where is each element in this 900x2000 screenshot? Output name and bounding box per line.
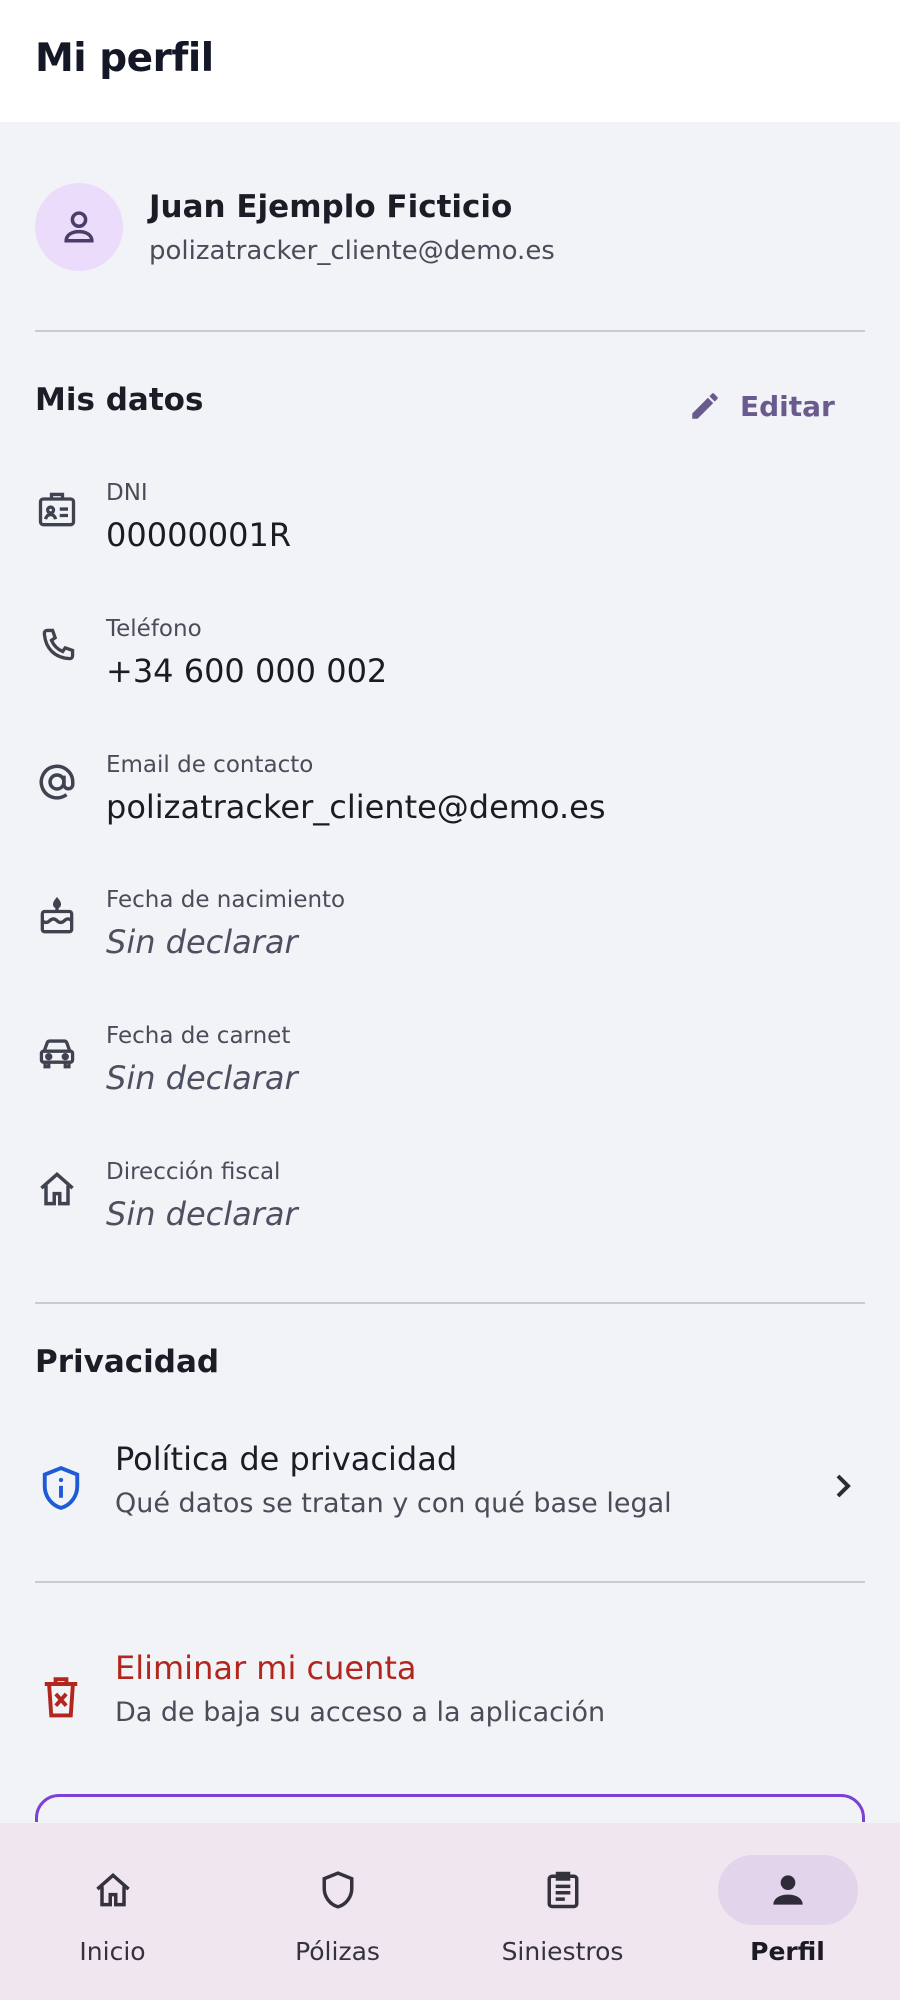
nav-label: Perfil [750,1937,825,1966]
field-value: 00000001R [106,516,292,554]
bottom-navigation: Inicio Pólizas Siniestros Perfil [0,1823,900,2000]
phone-icon [42,628,75,661]
field-dni: DNI 00000001R [35,480,865,580]
shield-info-icon [42,1465,80,1510]
field-value: polizatracker_cliente@demo.es [106,788,606,826]
field-label: Fecha de nacimiento [106,887,346,913]
nav-pill [493,1855,633,1925]
field-direccion-fiscal: Dirección fiscal Sin declarar [35,1159,865,1259]
page-title: Mi perfil [35,36,214,81]
divider [35,330,865,332]
pencil-icon [692,393,718,419]
edit-label: Editar [740,389,835,423]
nav-label: Siniestros [501,1937,624,1966]
delete-account-title: Eliminar mi cuenta [115,1649,417,1687]
field-label: DNI [106,480,148,506]
home-icon [95,1873,130,1907]
privacy-policy-subtitle: Qué datos se tratan y con qué base legal [115,1488,672,1519]
cake-icon [40,897,74,934]
profile-name: Juan Ejemplo Ficticio [149,189,513,225]
field-label: Teléfono [106,616,202,642]
nav-item-inicio[interactable]: Inicio [0,1823,225,2000]
clipboard-icon [547,1871,578,1909]
profile-email: polizatracker_cliente@demo.es [149,236,555,266]
app-bar: Mi perfil [0,0,900,122]
chevron-right-icon [836,1474,851,1498]
field-value: Sin declarar [106,1195,298,1233]
person-icon [772,1875,803,1905]
nav-pill [43,1855,183,1925]
id-card-icon [38,492,76,527]
delete-account-subtitle: Da de baja su acceso a la aplicación [115,1697,606,1728]
nav-item-siniestros[interactable]: Siniestros [450,1823,675,2000]
field-label: Fecha de carnet [106,1023,291,1049]
privacy-policy-title: Política de privacidad [115,1440,458,1478]
divider [35,1581,865,1583]
field-value: +34 600 000 002 [106,652,388,690]
field-value: Sin declarar [106,1059,298,1097]
avatar [35,183,123,271]
field-value: Sin declarar [106,923,298,961]
divider [35,1302,865,1304]
section-title-privacidad: Privacidad [35,1344,220,1380]
field-telefono: Teléfono +34 600 000 002 [35,616,865,716]
at-sign-icon [39,764,75,800]
delete-account-row[interactable]: Eliminar mi cuenta Da de baja su acceso … [35,1647,865,1747]
nav-label: Pólizas [295,1937,380,1966]
privacy-policy-row[interactable]: Política de privacidad Qué datos se trat… [35,1438,865,1538]
outlined-action-button[interactable] [35,1794,865,1822]
car-icon [39,1039,75,1069]
field-label: Email de contacto [106,752,314,778]
profile-content[interactable]: Juan Ejemplo Ficticio polizatracker_clie… [0,122,900,1822]
nav-label: Inicio [79,1937,146,1966]
field-label: Dirección fiscal [106,1159,281,1185]
field-email-contacto: Email de contacto polizatracker_cliente@… [35,752,865,852]
delete-icon [44,1677,78,1718]
home-icon [40,1172,74,1206]
person-outline-icon [64,211,94,243]
profile-header: Juan Ejemplo Ficticio polizatracker_clie… [35,183,865,273]
section-title-mis-datos: Mis datos [35,382,204,418]
nav-item-polizas[interactable]: Pólizas [225,1823,450,2000]
field-fecha-nacimiento: Fecha de nacimiento Sin declarar [35,887,865,987]
nav-pill-active [717,1855,858,1925]
edit-button[interactable]: Editar [688,382,838,430]
nav-item-perfil[interactable]: Perfil [675,1823,900,2000]
shield-icon [322,1871,353,1909]
nav-pill [268,1855,408,1925]
field-fecha-carnet: Fecha de carnet Sin declarar [35,1023,865,1123]
